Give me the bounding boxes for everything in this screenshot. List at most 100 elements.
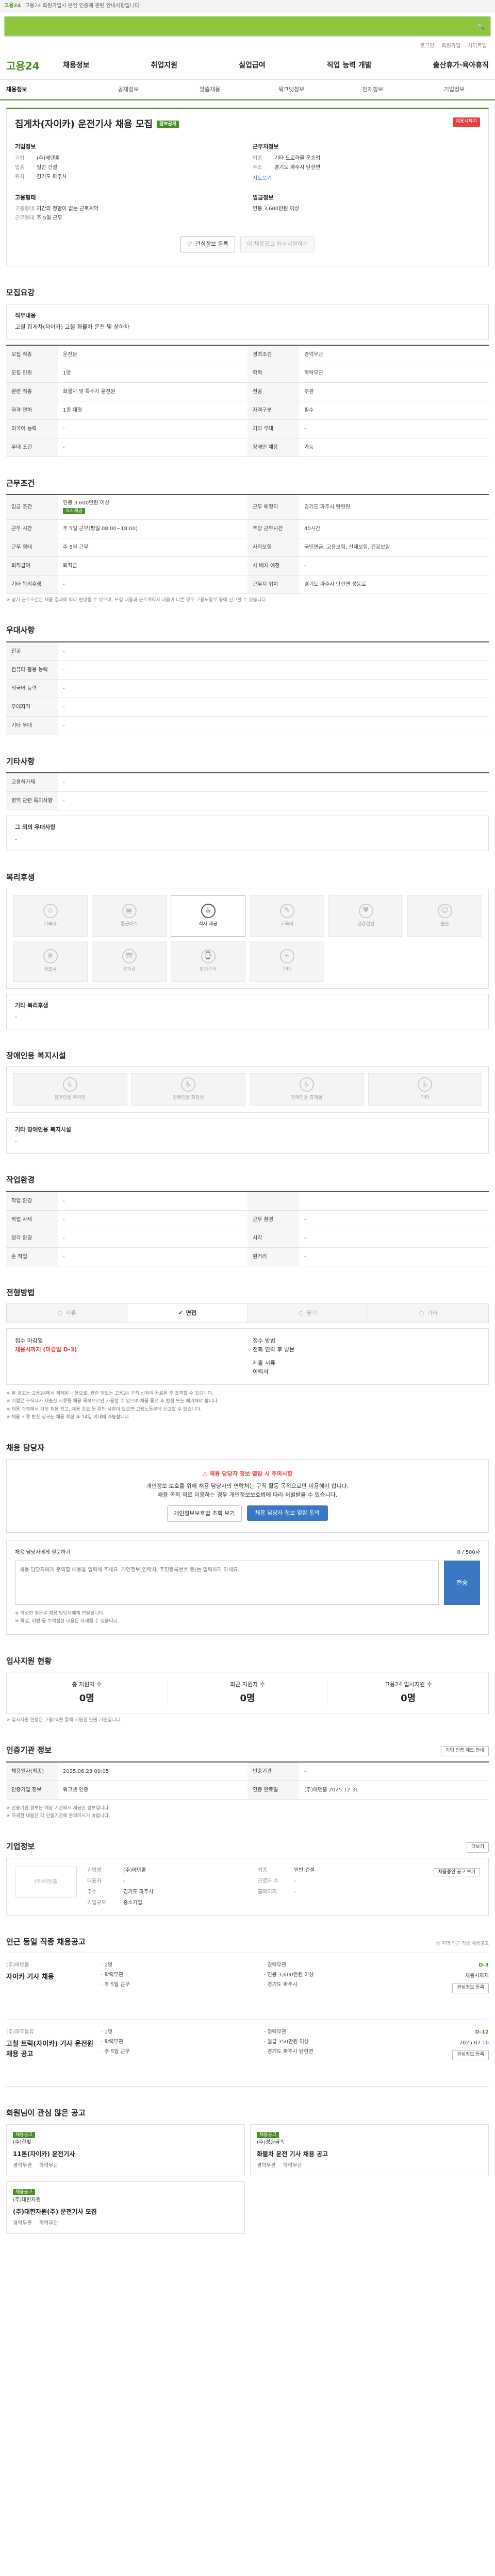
cert-label: 인증기관: [248, 1762, 299, 1781]
interest-card[interactable]: 채용공고 (주)대한자원 (주)대한자원(주) 운전기사 모집 경력무관 학력무관: [6, 2181, 245, 2234]
disabled-label: 장애인용 휴게실: [291, 1095, 323, 1101]
condition-label: 사회보험: [248, 538, 299, 556]
nearby-job[interactable]: (주)에덴홀 자이카 기사 채용 · 1명 · 경력무관 · 학력무관 · 연봉 3,60…: [6, 1953, 489, 2020]
nearby-title[interactable]: 자이카 기사 채용: [6, 1972, 94, 1982]
nearby-company[interactable]: (주)파주물류: [6, 2028, 94, 2036]
pref-value: -: [63, 667, 65, 673]
screen-note: ※ 기업은 구직자가 제출한 서류를 채용 목적으로만 사용할 수 있으며 채용…: [6, 1399, 219, 1404]
nearby-right: D-12 2025.07.10 관심정보 등록: [432, 2028, 489, 2078]
lnb-item-1[interactable]: 공채정보: [88, 86, 169, 94]
search-row: 🔍: [0, 12, 495, 40]
etc-label: 고용허가제: [6, 773, 58, 791]
condition-row: 퇴직급여 퇴직금 사 배치 예정 -: [6, 556, 489, 575]
contact-consent-button[interactable]: 채용 담당자 정보 열람 동의: [246, 1505, 328, 1521]
util-login[interactable]: 로그인: [420, 42, 435, 50]
recruit-label: 전공: [248, 382, 299, 401]
company-info-value: -: [294, 1878, 296, 1884]
wheelchair-icon: ♿: [181, 1077, 196, 1092]
welfare-label: 장기근속: [199, 967, 217, 972]
recruit-value: 무관: [304, 388, 314, 395]
interest-card[interactable]: 채용공고 (주)성원금속 화물차 운전 기사 채용 공고 경력무관 학력무관: [250, 2124, 489, 2177]
cert-guide-button[interactable]: 기업 인증 제도 안내: [441, 1746, 489, 1756]
company-info-value: 경기도 파주시: [123, 1889, 154, 1895]
lnb-item-0[interactable]: 채용정보: [0, 86, 88, 94]
site-logo[interactable]: 고용24: [6, 58, 63, 74]
interest-meta-item: 경력무관: [13, 2163, 32, 2169]
section-disabled-title: 장애인용 복지시설: [6, 1050, 66, 1060]
util-sitemap[interactable]: 사이트맵: [468, 42, 487, 50]
gnb-item-support[interactable]: 취업지원: [151, 60, 178, 71]
nearby-job[interactable]: (주)파주물류 고철 트럭(자이카) 기사 운전원 채용 공고 · 1명 · 경력무관…: [6, 2020, 489, 2087]
home-icon: ⌂: [43, 903, 58, 918]
env-row: 청각 환경 - 시각 -: [6, 1229, 489, 1248]
recruit-value: 학력무관: [304, 370, 323, 376]
gnb-item-leave[interactable]: 출산휴가·육아휴직: [433, 60, 489, 71]
nearby-meta-item: · 1명: [101, 1962, 112, 1969]
section-company-title: 기업정보: [6, 1842, 35, 1852]
screen-tab[interactable]: ○ 기타: [368, 1304, 488, 1323]
local-nav: 채용정보 공채정보 맞춤채용 워크넷정보 인재정보 기업정보: [0, 80, 495, 100]
company-info-label: 업종: [258, 1867, 268, 1873]
disabled-etc-box: 기타 장애인용 복지시설 -: [6, 1118, 489, 1154]
wage-value: 연봉 3,600만원 이상: [253, 206, 300, 212]
screen-tab[interactable]: ○ 서류: [7, 1304, 127, 1323]
recruit-table: 모집 직종 운전원 경력조건 경력무관 모집 인원 1명 학력 학력무관 관련 직종 화물차 및 …: [6, 344, 489, 457]
lnb-item-4[interactable]: 인재정보: [332, 86, 414, 94]
nearby-scrap-button[interactable]: 관심정보 등록: [452, 2050, 489, 2060]
pref-label: 전공: [6, 642, 58, 660]
company-info-label: 홈페이지: [258, 1889, 277, 1895]
recruit-row: 모집 인원 1명 학력 학력무관: [6, 364, 489, 383]
company-more-button[interactable]: 더보기: [467, 1842, 489, 1853]
screen-tab[interactable]: ✔ 면접: [127, 1304, 248, 1323]
section-cert-title: 인증기관 정보: [6, 1745, 52, 1755]
scrap-button[interactable]: ♡ 관심정보 등록: [180, 236, 235, 252]
apply-button[interactable]: 이 채용공고 입사지원하기: [240, 236, 315, 252]
privacy-law-button[interactable]: 개인정보보호법 조회 보기: [167, 1505, 242, 1522]
contact-box: ⚠ 채용 담당자 정보 열람 시 주의사항 개인정보 보호를 위해 채용 담당자…: [6, 1459, 489, 1533]
screen-tab[interactable]: ○ 필기: [248, 1304, 369, 1323]
nearby-meta-item: · 월급 350만원 이상: [264, 2039, 309, 2045]
env-row: 작업 자세 - 근무 환경 -: [6, 1210, 489, 1229]
map-link[interactable]: 지도보기: [253, 176, 272, 181]
interest-title[interactable]: 화물차 운전 기사 채용 공고: [257, 2149, 482, 2159]
lnb-item-2[interactable]: 맞춤채용: [169, 86, 251, 94]
company-info-label: 대표자: [87, 1878, 102, 1884]
nearby-scrap-button[interactable]: 관심정보 등록: [452, 1983, 489, 1993]
recruit-label: 관련 직종: [6, 382, 58, 401]
company-jobs-button[interactable]: 채용중인 공고 보기: [434, 1868, 480, 1876]
circle-icon: ○: [419, 1309, 424, 1316]
question-count: 0 / 500자: [457, 1550, 480, 1556]
gnb-item-jobs[interactable]: 채용정보: [63, 60, 90, 71]
recruit-value: 1명: [63, 370, 71, 376]
nearby-company[interactable]: (주)에덴홀: [6, 1961, 94, 1969]
lnb-item-5[interactable]: 기업정보: [414, 86, 495, 94]
question-send-button[interactable]: 전송: [444, 1561, 480, 1605]
search-icon[interactable]: 🔍: [477, 22, 485, 31]
section-env-title: 작업환경: [6, 1175, 35, 1184]
search-input[interactable]: 🔍: [4, 16, 491, 37]
condition-value: 퇴직금: [63, 563, 77, 569]
gnb-item-training[interactable]: 직업 능력 개발: [327, 60, 372, 71]
disabled-card: ♿ 장애인용 주차장: [13, 1073, 127, 1106]
lnb-item-3[interactable]: 워크넷정보: [251, 86, 332, 94]
recruit-row: 우대 조건 - 장애인 채용 가능: [6, 438, 489, 457]
util-join[interactable]: 회원가입: [441, 42, 460, 50]
screen-tabs: ○ 서류 ✔ 면접 ○ 필기 ○ 기타: [6, 1303, 489, 1323]
welfare-label: 기타: [283, 967, 291, 972]
util-links: 로그인 회원가입 사이트맵: [0, 40, 495, 52]
welfare-label: 건강검진: [357, 921, 375, 927]
welfare-card: ❀ 경조사: [13, 940, 88, 982]
top-notice[interactable]: 고용24 회원가입시 본인 인증에 관련 안내사항입니다: [25, 2, 139, 10]
nearby-title[interactable]: 고철 트럭(자이카) 기사 운전원 채용 공고: [6, 2039, 94, 2059]
welfare-label: 통근버스: [120, 921, 138, 927]
interest-title[interactable]: 11톤(자이카) 운전기사: [13, 2149, 238, 2159]
question-input[interactable]: [15, 1561, 439, 1605]
nearby-more[interactable]: 동 지역 인근 직종 채용공고: [436, 1941, 489, 1948]
gnb-item-benefit[interactable]: 실업급여: [239, 60, 266, 71]
welfare-label: 경조사: [44, 967, 57, 972]
interest-title[interactable]: (주)대한자원(주) 운전기사 모집: [13, 2207, 238, 2216]
interest-card[interactable]: 채용공고 (주)한빛 11톤(자이카) 운전기사 경력무관 학력무관: [6, 2124, 245, 2177]
welfare-label: 성과급: [123, 967, 136, 972]
apply-stat: 고용24 입사지원 수 0명: [328, 1681, 488, 1705]
section-nearby-title: 인근 동일 직종 채용공고: [6, 1937, 86, 1946]
